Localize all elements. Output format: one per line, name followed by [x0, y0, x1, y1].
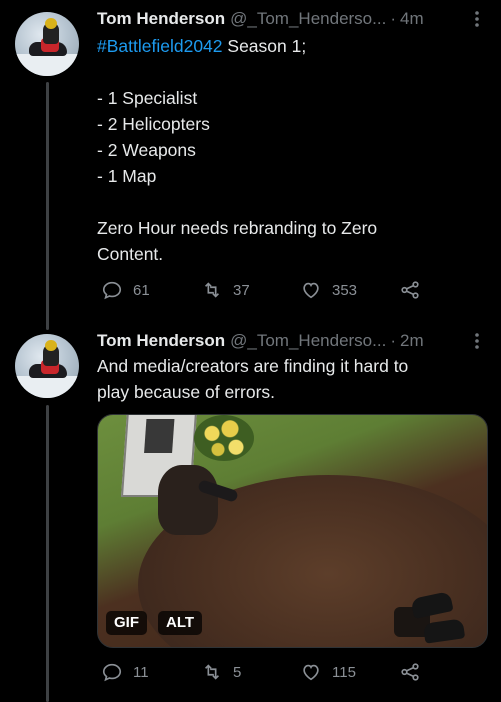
share-icon — [401, 281, 419, 299]
action-bar: 11 5 115 — [97, 661, 427, 685]
avatar[interactable] — [15, 12, 79, 76]
separator-dot: · — [390, 331, 396, 350]
hashtag-link[interactable]: #Battlefield2042 — [97, 36, 223, 56]
retweet-count: 5 — [233, 663, 242, 681]
media-flowers — [194, 415, 254, 461]
separator-dot: · — [390, 9, 396, 28]
media-figure — [158, 465, 218, 535]
timestamp[interactable]: 4m — [400, 9, 424, 29]
more-icon[interactable] — [467, 9, 487, 29]
gif-badge[interactable]: GIF — [106, 611, 147, 635]
list-item: - 2 Helicopters — [97, 114, 210, 134]
reply-icon — [102, 663, 122, 682]
gif-media[interactable]: GIF ALT — [97, 414, 488, 648]
text-line-1: #Battlefield2042 Season 1; — [97, 33, 377, 59]
reply-count: 11 — [133, 663, 149, 681]
like-button[interactable]: 353 — [300, 279, 357, 301]
retweet-button[interactable]: 5 — [201, 661, 241, 683]
tweet-header: Tom Henderson @_Tom_Henderso... · 4m — [97, 8, 487, 30]
text-fragment: Season 1; — [222, 36, 307, 56]
retweet-icon — [204, 282, 220, 298]
text-line: Content. — [97, 244, 164, 264]
retweet-count: 37 — [233, 281, 250, 299]
reply-icon — [102, 281, 122, 300]
author-name[interactable]: Tom Henderson — [97, 9, 225, 29]
share-icon — [401, 663, 419, 681]
retweet-button[interactable]: 37 — [201, 279, 250, 301]
tweet-1[interactable]: Tom Henderson @_Tom_Henderso... · 4m #Ba… — [0, 0, 501, 320]
reply-count: 61 — [133, 281, 150, 299]
avatar[interactable] — [15, 334, 79, 398]
reply-button[interactable]: 61 — [101, 279, 150, 301]
tweet-text: And media/creators are finding it hard t… — [97, 353, 408, 405]
list-item: - 1 Specialist — [97, 88, 198, 108]
retweet-icon — [204, 664, 220, 680]
author-handle[interactable]: @_Tom_Henderso... — [230, 331, 386, 351]
more-icon[interactable] — [467, 331, 487, 351]
heart-icon — [303, 282, 319, 299]
share-button[interactable] — [399, 661, 421, 683]
alt-badge[interactable]: ALT — [158, 611, 203, 635]
tweet-header: Tom Henderson @_Tom_Henderso... · 2m — [97, 330, 487, 352]
action-bar: 61 37 353 — [97, 279, 427, 303]
list-item: - 2 Weapons — [97, 140, 196, 160]
share-button[interactable] — [399, 279, 421, 301]
author-handle[interactable]: @_Tom_Henderso... — [230, 9, 386, 29]
list-item: - 1 Map — [97, 166, 157, 186]
like-count: 115 — [332, 663, 356, 681]
like-button[interactable]: 115 — [300, 661, 356, 683]
heart-icon — [303, 664, 319, 681]
like-count: 353 — [332, 281, 358, 299]
timestamp[interactable]: 2m — [400, 331, 424, 351]
text-line: Zero Hour needs rebranding to Zero — [97, 218, 378, 238]
tweet-text: #Battlefield2042 Season 1; - 1 Specialis… — [97, 33, 377, 267]
text-line: play because of errors. — [97, 382, 276, 402]
reply-button[interactable]: 11 — [101, 661, 149, 683]
author-name[interactable]: Tom Henderson — [97, 331, 225, 351]
text-line: And media/creators are finding it hard t… — [97, 356, 409, 376]
